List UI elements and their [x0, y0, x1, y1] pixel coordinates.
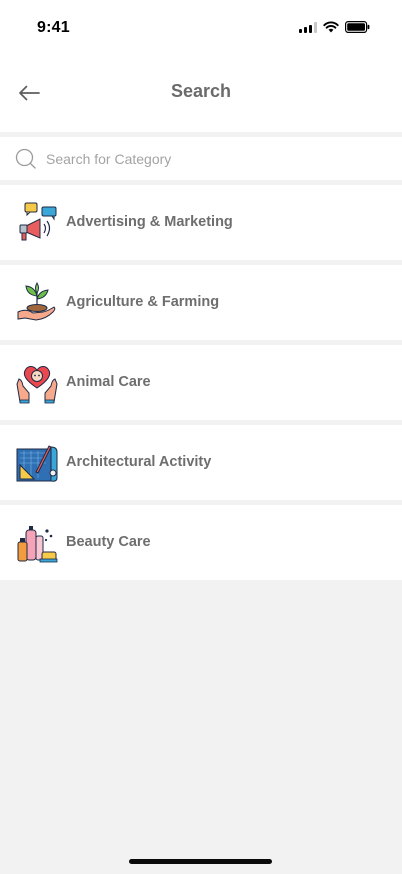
page-title: Search [170, 81, 232, 101]
category-list: Advertising & Marketing Agriculture & Fa… [0, 185, 402, 585]
search-bar [0, 137, 402, 180]
pet-heart-hands-icon [16, 366, 58, 404]
blueprint-icon [16, 445, 58, 482]
plant-hand-icon [17, 282, 56, 321]
category-label: Beauty Care [66, 534, 151, 550]
category-item-advertising-marketing[interactable]: Advertising & Marketing [0, 185, 402, 260]
category-label: Animal Care [66, 374, 151, 390]
category-label: Architectural Activity [66, 454, 212, 470]
status-bar: 9:41 [0, 0, 402, 56]
search-icon [15, 148, 36, 169]
status-icons [299, 21, 370, 33]
header: Search [0, 56, 402, 132]
home-indicator[interactable] [129, 859, 272, 864]
cellular-signal-icon [299, 21, 317, 33]
category-item-beauty-care[interactable]: Beauty Care [0, 505, 402, 580]
megaphone-icon [19, 202, 57, 241]
cosmetics-icon [17, 526, 58, 563]
battery-icon [345, 21, 370, 33]
status-time: 9:41 [37, 19, 70, 36]
category-item-architectural-activity[interactable]: Architectural Activity [0, 425, 402, 500]
wifi-icon [323, 21, 339, 33]
category-label: Advertising & Marketing [66, 214, 233, 230]
category-label: Agriculture & Farming [66, 294, 220, 310]
search-input[interactable] [46, 146, 376, 172]
category-item-agriculture-farming[interactable]: Agriculture & Farming [0, 265, 402, 340]
category-item-animal-care[interactable]: Animal Care [0, 345, 402, 420]
